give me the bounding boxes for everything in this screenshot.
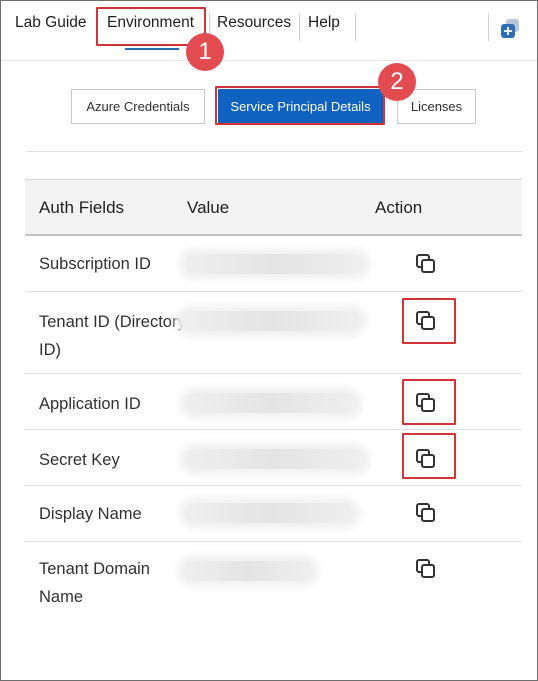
nav-separator: [299, 13, 300, 41]
field-secret-key: Secret Key: [39, 451, 120, 469]
table-row: Secret Key: [25, 430, 522, 486]
copy-icon[interactable]: [415, 253, 437, 275]
tab-environment-label: Environment: [107, 14, 195, 31]
copy-icon[interactable]: [415, 392, 437, 414]
table-header: Auth Fields Value Action: [25, 179, 522, 236]
table-row: Subscription ID: [25, 236, 522, 292]
subtab-azure-credentials[interactable]: Azure Credentials: [71, 89, 205, 124]
value-redacted: [181, 311, 361, 331]
table-row: Display Name: [25, 486, 522, 542]
value-redacted: [185, 393, 357, 413]
top-nav: Lab Guide Environment Resources Help: [1, 1, 537, 61]
tab-help[interactable]: Help: [308, 13, 340, 37]
field-display-name: Display Name: [39, 505, 142, 523]
tab-environment[interactable]: Environment: [107, 13, 195, 50]
app-launcher-icon[interactable]: [499, 18, 521, 40]
value-redacted: [185, 449, 365, 469]
value-redacted: [185, 503, 355, 523]
header-value: Value: [187, 198, 230, 217]
table-row: Application ID: [25, 374, 522, 430]
field-tenant-id: Tenant ID (Directory ID): [39, 313, 186, 359]
copy-icon[interactable]: [415, 448, 437, 470]
value-redacted: [185, 254, 365, 274]
active-tab-underline: [125, 48, 179, 50]
auth-table: Auth Fields Value Action Subscription ID…: [25, 179, 522, 622]
tab-lab-guide[interactable]: Lab Guide: [15, 13, 87, 37]
lab-panel: Lab Guide Environment Resources Help 1 A…: [0, 0, 538, 681]
value-redacted: [183, 561, 313, 581]
table-row: Tenant Domain Name: [25, 542, 522, 622]
nav-separator: [355, 13, 356, 41]
copy-icon[interactable]: [415, 558, 437, 580]
header-auth-fields: Auth Fields: [39, 198, 125, 217]
nav-separator: [96, 13, 97, 41]
table-row: Tenant ID (Directory ID): [25, 292, 522, 374]
callout-marker-2: 2: [378, 63, 416, 101]
section-divider: [26, 151, 522, 152]
copy-icon[interactable]: [415, 310, 437, 332]
copy-icon[interactable]: [415, 502, 437, 524]
subtab-service-principal-details[interactable]: Service Principal Details: [218, 89, 383, 124]
nav-separator: [488, 13, 489, 41]
field-application-id: Application ID: [39, 395, 141, 413]
tab-resources[interactable]: Resources: [217, 13, 291, 37]
field-subscription-id: Subscription ID: [39, 255, 151, 273]
field-tenant-domain-name: Tenant Domain Name: [39, 560, 150, 606]
header-action: Action: [375, 198, 423, 217]
callout-marker-1: 1: [186, 33, 224, 71]
